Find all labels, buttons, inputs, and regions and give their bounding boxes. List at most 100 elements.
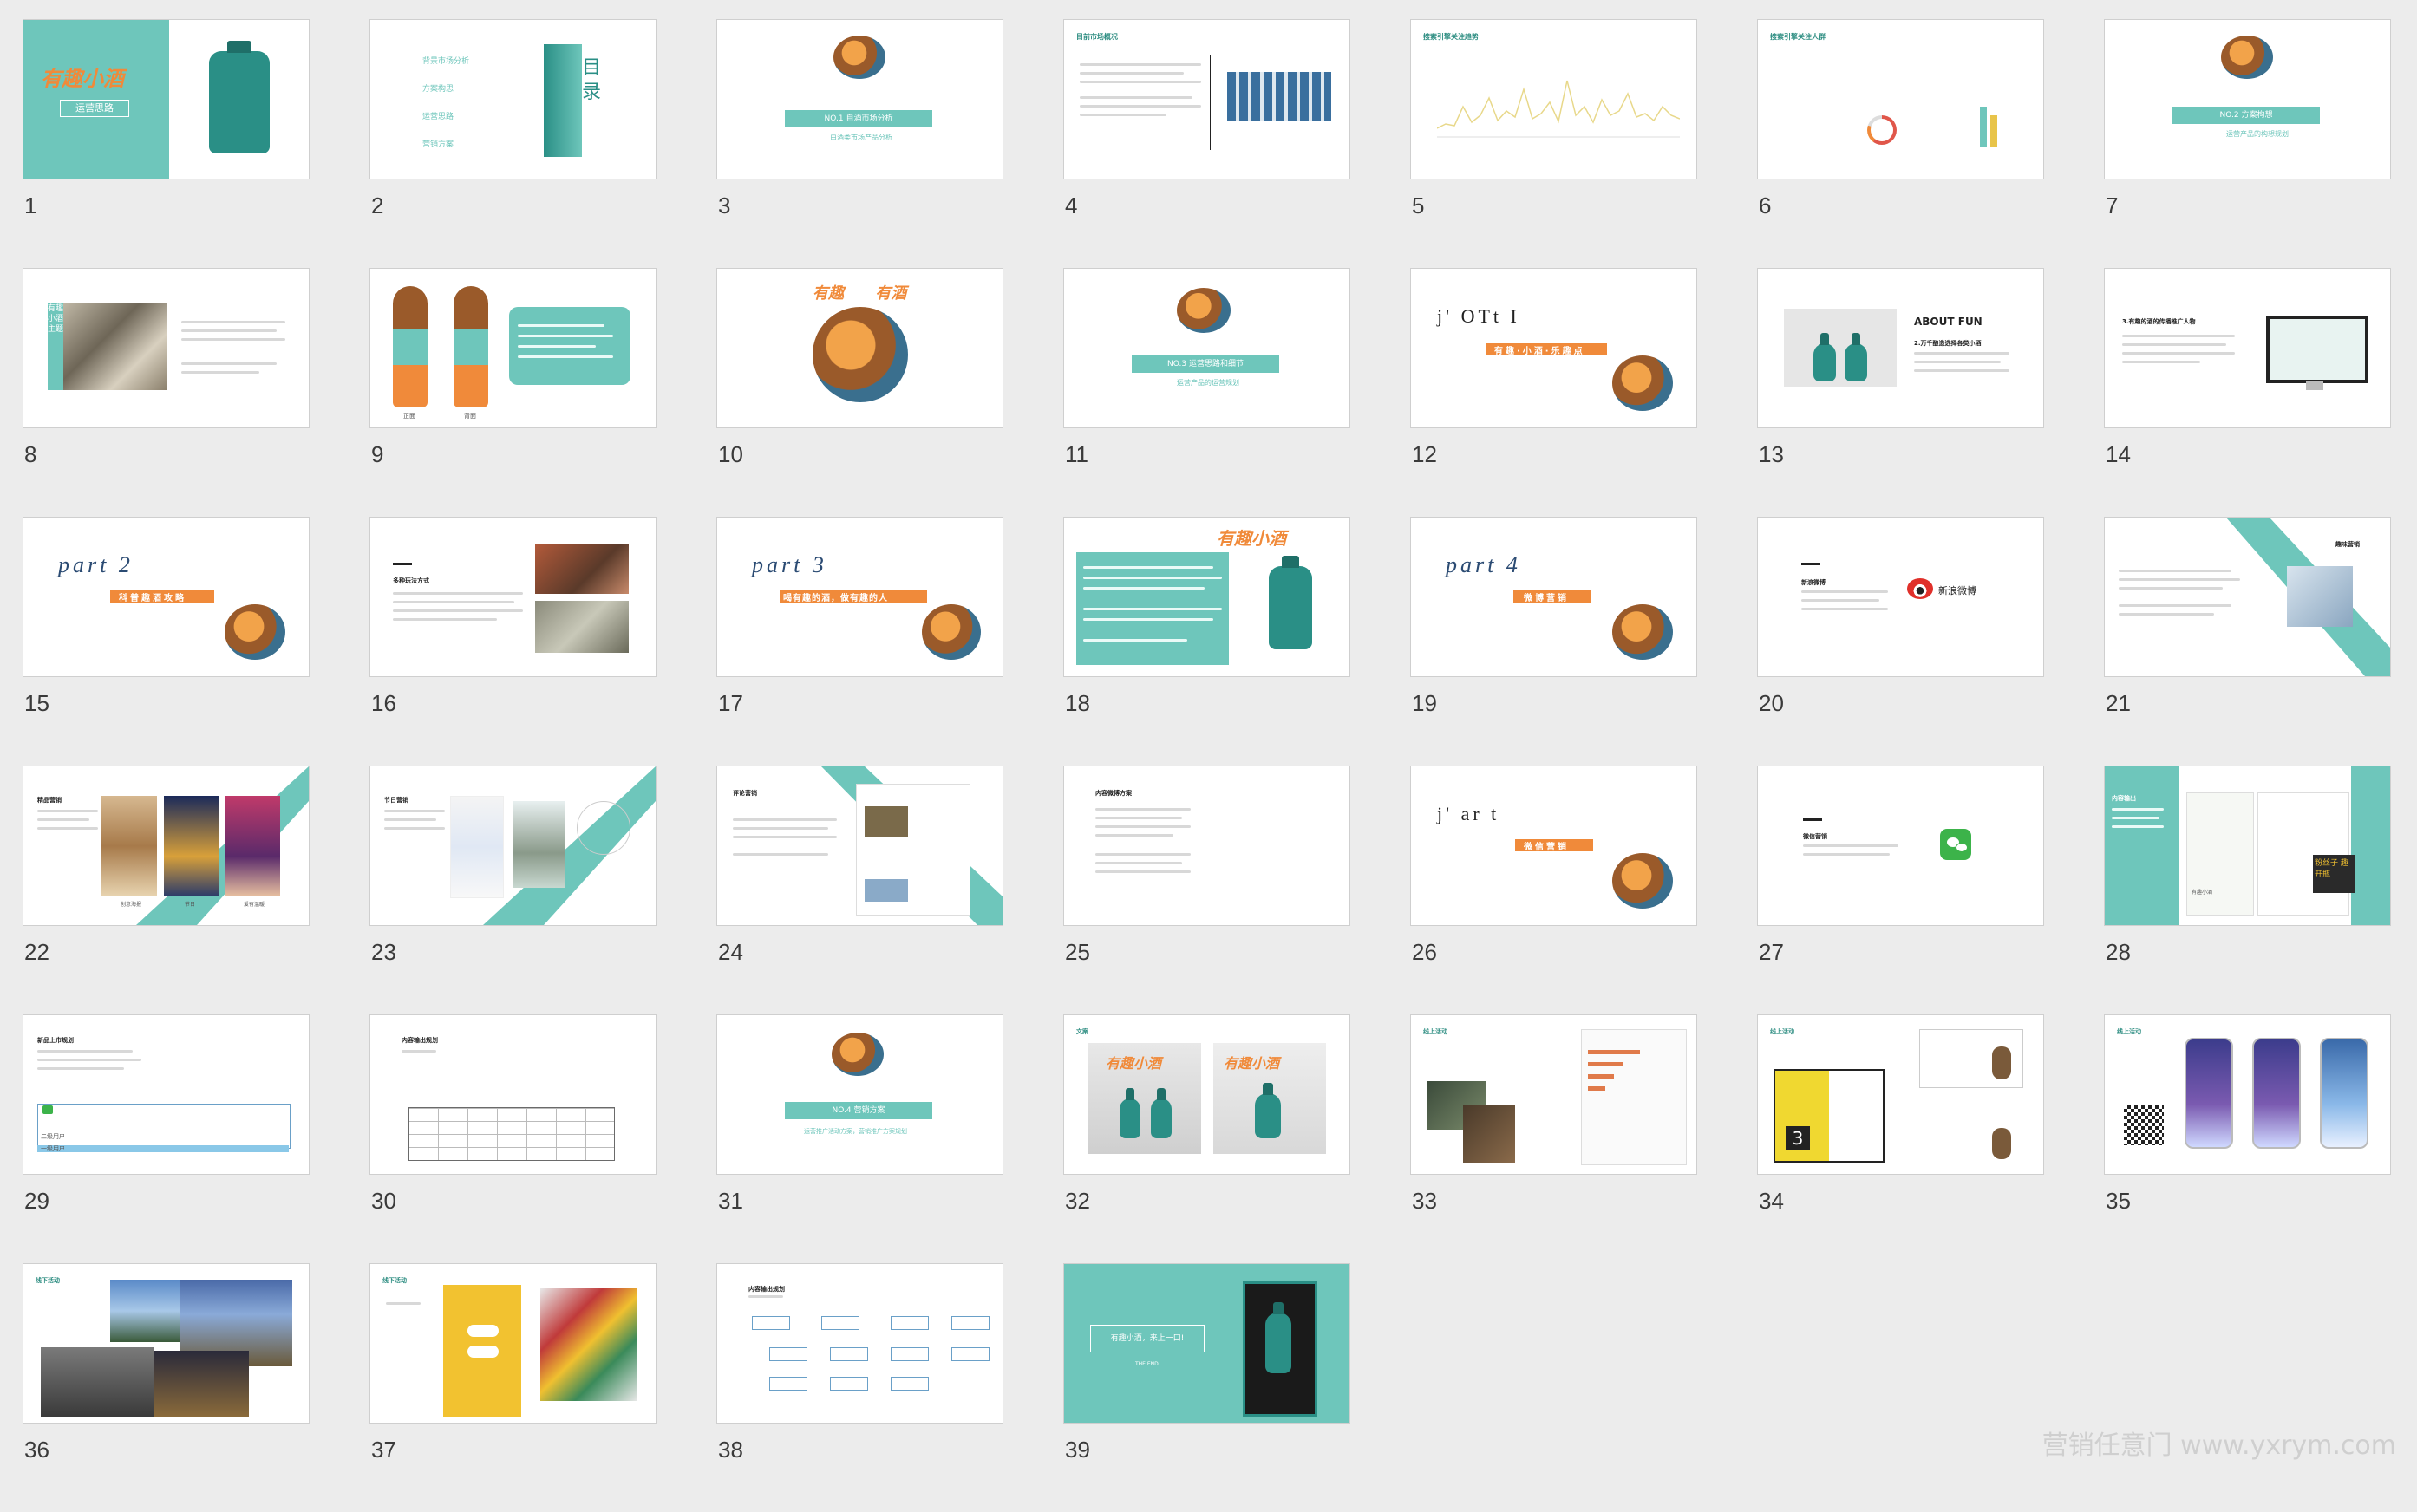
slide-preview[interactable]: part 4 微博营销 [1410, 517, 1697, 677]
slide-thumbnail-5[interactable]: 搜索引擎关注趋势 5 [1410, 19, 1697, 268]
weibo-icon [1907, 578, 1933, 599]
slide-thumbnail-14[interactable]: 3.有趣的酒的传播推广人物 14 [2104, 268, 2391, 517]
slide-thumbnail-4[interactable]: 目前市场概况 4 [1063, 19, 1350, 268]
slide-subtitle: 运营思路 [60, 100, 129, 117]
slide-preview[interactable]: NO.4 营销方案 运营推广活动方案，营销推广方案规划 [716, 1014, 1003, 1175]
bottle-image [1269, 556, 1312, 649]
slide-preview[interactable]: 有趣小酒 运营思路 [23, 19, 310, 179]
slide-preview[interactable]: 内容输出 有趣小酒 粉丝子 趣开瓶 [2104, 766, 2391, 926]
mascot-logo [922, 604, 981, 660]
slide-preview[interactable]: 线上活动 3 [1757, 1014, 2044, 1175]
slide-preview[interactable]: 搜索引擎关注趋势 [1410, 19, 1697, 179]
phone-mockup-1 [2185, 1038, 2233, 1149]
slide-thumbnail-22[interactable]: 精品营销 创意海报 节日 爱有温暖 22 [23, 766, 310, 1014]
slide-preview[interactable]: 内容输出规划 [716, 1263, 1003, 1424]
slide-thumbnail-25[interactable]: 内容微博方案 25 [1063, 766, 1350, 1014]
slide-thumbnail-9[interactable]: 正面 背面 9 [369, 268, 657, 517]
slide-preview[interactable]: 3.有趣的酒的传播推广人物 [2104, 268, 2391, 428]
slide-thumbnail-18[interactable]: 有趣小酒 18 [1063, 517, 1350, 766]
slide-preview[interactable]: NO.1 自酒市场分析 白酒类市场产品分析 [716, 19, 1003, 179]
slide-number: 1 [24, 192, 37, 218]
slide-thumbnail-6[interactable]: 搜索引擎关注人群 6 [1757, 19, 2044, 268]
slide-preview[interactable]: 精品营销 创意海报 节日 爱有温暖 [23, 766, 310, 926]
slide-preview[interactable]: 趣味营销 [2104, 517, 2391, 677]
slide-thumbnail-35[interactable]: 线上活动 35 [2104, 1014, 2391, 1263]
slide-thumbnail-26[interactable]: j' ar t 微信营销 26 [1410, 766, 1697, 1014]
comic-poster [540, 1288, 637, 1401]
slide-thumbnail-27[interactable]: 微信营销 27 [1757, 766, 2044, 1014]
slide-preview[interactable]: 内容输出规划 [369, 1014, 657, 1175]
slide-thumbnail-17[interactable]: part 3 喝有趣的酒，做有趣的人 17 [716, 517, 1003, 766]
slide-thumbnail-21[interactable]: 趣味营销 21 [2104, 517, 2391, 766]
slide-thumbnail-3[interactable]: NO.1 自酒市场分析 白酒类市场产品分析 3 [716, 19, 1003, 268]
toc-side-label: 目录 [582, 57, 602, 103]
slide-preview[interactable]: 节日营销 [369, 766, 657, 926]
mascot-logo [1612, 604, 1673, 660]
mascot-logo [1612, 355, 1673, 411]
slide-thumbnail-38[interactable]: 内容输出规划 38 [716, 1263, 1003, 1512]
slide-thumbnail-34[interactable]: 线上活动 3 34 [1757, 1014, 2044, 1263]
slide-preview[interactable]: 背景市场分析 方案构思 运营思路 营销方案 目录 [369, 19, 657, 179]
slide-thumbnail-33[interactable]: 线上活动 33 [1410, 1014, 1697, 1263]
slide-preview[interactable]: part 3 喝有趣的酒，做有趣的人 [716, 517, 1003, 677]
trend-line-chart [1437, 80, 1680, 138]
slide-preview[interactable]: j' ar t 微信营销 [1410, 766, 1697, 926]
slide-thumbnail-11[interactable]: NO.3 运营思路和细节 运营产品的运营规划 11 [1063, 268, 1350, 517]
slide-thumbnail-8[interactable]: 有趣小酒主题 8 [23, 268, 310, 517]
slide-preview[interactable]: 新浪微博 新浪微博 [1757, 517, 2044, 677]
phone-mockup-2 [2252, 1038, 2301, 1149]
slide-preview[interactable]: 目前市场概况 [1063, 19, 1350, 179]
slide-thumbnail-7[interactable]: NO.2 方案构想 运营产品的构想规划 7 [2104, 19, 2391, 268]
slide-preview[interactable]: 正面 背面 [369, 268, 657, 428]
slide-thumbnail-30[interactable]: 内容输出规划 30 [369, 1014, 657, 1263]
slide-thumbnail-39[interactable]: 有趣小酒，来上一口! THE END 39 [1063, 1263, 1350, 1512]
slide-thumbnail-16[interactable]: 多种玩法方式 16 [369, 517, 657, 766]
slide-preview[interactable]: 文案 有趣小酒 有趣小酒 [1063, 1014, 1350, 1175]
slide-preview[interactable]: 有趣小酒主题 [23, 268, 310, 428]
slide-preview[interactable]: 微信营销 [1757, 766, 2044, 926]
slide-preview[interactable]: 内容微博方案 [1063, 766, 1350, 926]
slide-thumbnail-29[interactable]: 新品上市规划 二级用户 一级用户 29 [23, 1014, 310, 1263]
slide-thumbnail-12[interactable]: j' OTt I 有趣·小酒·乐趣点 12 [1410, 268, 1697, 517]
slide-thumbnail-32[interactable]: 文案 有趣小酒 有趣小酒 32 [1063, 1014, 1350, 1263]
slide-preview[interactable]: 线上活动 [2104, 1014, 2391, 1175]
slide-preview[interactable]: 新品上市规划 二级用户 一级用户 [23, 1014, 310, 1175]
bottle-image [209, 41, 270, 153]
slide-thumbnail-24[interactable]: 评论营销 24 [716, 766, 1003, 1014]
slide-thumbnail-13[interactable]: ABOUT FUN 2.万千酿造选择各类小酒 13 [1757, 268, 2044, 517]
bar-chart [1980, 107, 1987, 147]
slide-thumbnail-1[interactable]: 有趣小酒 运营思路 1 [23, 19, 310, 268]
slide-thumbnail-37[interactable]: 线下活动 37 [369, 1263, 657, 1512]
slide-thumbnail-28[interactable]: 内容输出 有趣小酒 粉丝子 趣开瓶 28 [2104, 766, 2391, 1014]
slide-thumbnail-2[interactable]: 背景市场分析 方案构思 运营思路 营销方案 目录 2 [369, 19, 657, 268]
slide-preview[interactable]: j' OTt I 有趣·小酒·乐趣点 [1410, 268, 1697, 428]
slide-thumbnail-20[interactable]: 新浪微博 新浪微博 20 [1757, 517, 2044, 766]
slide-preview[interactable]: part 2 科普趣酒攻略 [23, 517, 310, 677]
mascot-logo [1177, 288, 1231, 333]
slide-thumbnail-31[interactable]: NO.4 营销方案 运营推广活动方案，营销推广方案规划 31 [716, 1014, 1003, 1263]
slide-preview[interactable]: 线下活动 [23, 1263, 310, 1424]
slide-thumbnail-15[interactable]: part 2 科普趣酒攻略 15 [23, 517, 310, 766]
slide-preview[interactable]: 多种玩法方式 [369, 517, 657, 677]
phone-screen-right [2257, 792, 2349, 916]
slide-preview[interactable]: NO.2 方案构想 运营产品的构想规划 [2104, 19, 2391, 179]
slide-preview[interactable]: NO.3 运营思路和细节 运营产品的运营规划 [1063, 268, 1350, 428]
slide-thumbnail-36[interactable]: 线下活动 36 [23, 1263, 310, 1512]
slide-thumbnail-23[interactable]: 节日营销 23 [369, 766, 657, 1014]
slide-preview[interactable]: 线下活动 [369, 1263, 657, 1424]
mascot-image [813, 307, 908, 402]
slide-thumbnail-19[interactable]: part 4 微博营销 19 [1410, 517, 1697, 766]
slide-preview[interactable]: 有趣 有酒 [716, 268, 1003, 428]
slide-preview[interactable]: 评论营销 [716, 766, 1003, 926]
event-photo-4 [154, 1351, 249, 1417]
mascot-logo [832, 1033, 884, 1076]
slide-preview[interactable]: 搜索引擎关注人群 [1757, 19, 2044, 179]
slide-thumbnail-grid: 有趣小酒 运营思路 1 背景市场分析 方案构思 运营思路 营销方案 目录 2 N… [23, 19, 2391, 1512]
planning-table [37, 1104, 291, 1149]
slide-preview[interactable]: 有趣小酒，来上一口! THE END [1063, 1263, 1350, 1424]
slide-preview[interactable]: ABOUT FUN 2.万千酿造选择各类小酒 [1757, 268, 2044, 428]
slide-thumbnail-10[interactable]: 有趣 有酒 10 [716, 268, 1003, 517]
slide-preview[interactable]: 有趣小酒 [1063, 517, 1350, 677]
slide-preview[interactable]: 线上活动 [1410, 1014, 1697, 1175]
ink-painting-image [63, 303, 167, 390]
